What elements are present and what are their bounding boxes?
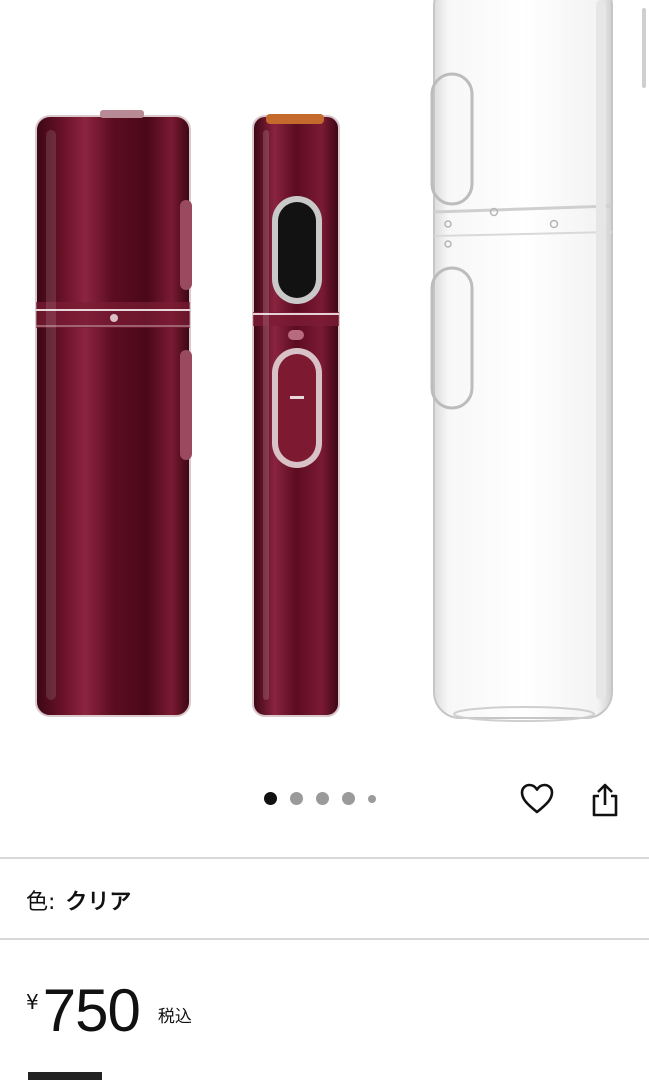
price-amount: 750 (42, 977, 141, 1044)
variant-label: 色: (26, 890, 56, 915)
favorite-button[interactable] (519, 781, 555, 817)
variant-selector[interactable]: 色: クリア (26, 884, 131, 916)
variant-value: クリア (65, 890, 132, 915)
image-scrollbar[interactable] (642, 8, 646, 88)
carousel-pagination[interactable] (264, 792, 376, 805)
divider (0, 857, 649, 859)
product-image-gallery[interactable] (0, 0, 649, 760)
share-button[interactable] (588, 782, 622, 818)
tax-note: 税込 (157, 1007, 192, 1027)
carousel-dot[interactable] (290, 792, 303, 805)
price-block: ¥ 750 税込 (26, 978, 192, 1044)
product-image (35, 0, 613, 722)
carousel-dot[interactable] (342, 792, 355, 805)
carousel-dot[interactable] (368, 794, 376, 803)
carousel-dot[interactable] (264, 792, 277, 805)
share-icon (592, 783, 618, 817)
divider (0, 938, 649, 940)
bottom-tab-indicator (28, 1072, 102, 1080)
carousel-dot[interactable] (316, 792, 329, 805)
heart-icon (520, 783, 554, 814)
currency-symbol: ¥ (26, 990, 39, 1014)
